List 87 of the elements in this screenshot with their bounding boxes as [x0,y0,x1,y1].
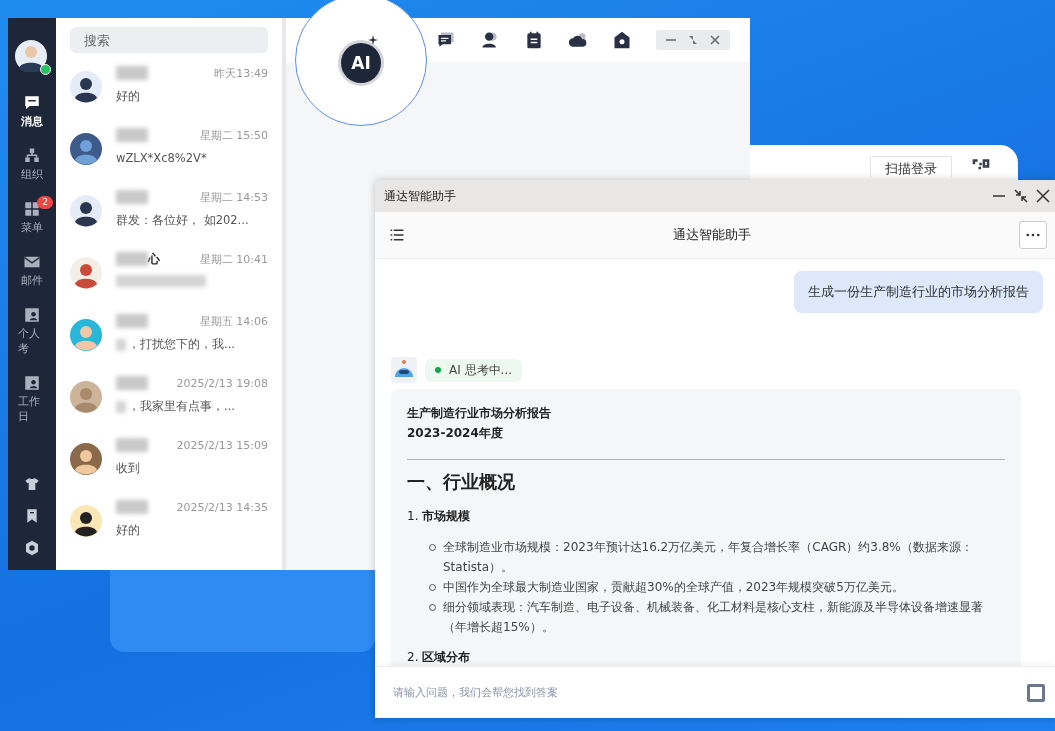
bullet-text: 全球制造业市场规模：2023年预计达16.2万亿美元，年复合增长率（CAGR）约3.8%（数据来源：Statista）。 [443,540,973,574]
person-card-icon [23,374,41,392]
chat-list-item[interactable]: 2025/2/13 14:35 好的 [56,493,282,555]
more-icon [1026,233,1040,237]
section-title: 2. 区域分布 [407,649,472,666]
shrink-icon[interactable] [1013,188,1029,204]
avatar [70,195,102,227]
avatar[interactable] [15,40,47,72]
blurred-name [116,190,148,204]
chat-list-item[interactable]: 星期二 14:53 群发：各位好， 如202... [56,183,282,245]
sidebar-item[interactable]: 消息 [11,90,53,131]
avatar [70,381,102,413]
avatar [70,443,102,475]
blurred-name [116,314,148,328]
person-card-icon [23,306,41,324]
chat-list-item[interactable]: 星期五 14:06 ，打扰您下的，我... [56,307,282,369]
header-title: 通达智能助手 [672,226,752,244]
chat-list-item[interactable]: 2025/2/13 19:08 ，我家里有点事，... [56,369,282,431]
chat-list-item[interactable]: 昨天13:49 好的 [56,59,282,121]
ai-logo: AI [341,43,381,83]
avatar [70,319,102,351]
message-time: 星期二 10:41 [199,251,268,267]
avatar [70,133,102,165]
message-preview: wZLX*Xc8%2V* [116,151,207,165]
chat-list-item[interactable]: 心 星期二 10:41 [56,245,282,307]
bullet-text: 细分领域表现：汽车制造、电子设备、机械装备、化工材料是核心支柱，新能源及半导体设备增速显著（年增长超15%）。 [443,600,983,634]
stop-button[interactable] [1027,683,1045,702]
sidebar-item[interactable]: 菜单 2 [11,196,53,237]
section-title: 1. 市场规模 [407,508,472,525]
user-message: 生成一份生产制造行业的市场分析报告 [794,271,1043,313]
chat-icon [23,94,41,112]
scan-login-button[interactable]: 扫描登录 [870,156,952,178]
notification-badge: 2 [37,196,53,209]
message-time: 星期五 14:06 [199,313,268,329]
search-field[interactable]: 搜索 [70,27,268,53]
window-title: 通达智能助手 [384,187,457,205]
robot-avatar-icon [391,357,417,383]
chat-list-item[interactable]: 星期二 15:50 wZLX*Xc8%2V* [56,121,282,183]
cloud-icon[interactable] [568,30,588,50]
sidebar-item[interactable]: 邮件 [11,249,53,290]
report-title: 2023-2024年度 [407,425,504,442]
organization-icon [23,147,41,165]
calendar-icon[interactable] [524,30,544,50]
message-time: 2025/2/13 19:08 [176,376,268,390]
message-preview: 好的 [116,523,140,538]
online-status-dot [40,64,51,75]
blurred-name [116,252,148,266]
blurred-name [116,438,148,452]
blurred-text [116,338,126,351]
message-time: 星期二 15:50 [199,127,268,143]
close-icon[interactable] [1035,188,1051,204]
message-time: 2025/2/13 14:35 [176,500,268,514]
close-icon[interactable] [708,33,722,47]
blurred-text [116,400,126,413]
report-heading: 一、行业概况 [407,470,516,494]
status-dot [435,367,441,373]
message-time: 2025/2/13 15:09 [176,438,268,452]
blurred-name [116,376,148,390]
contact-name: 心 [148,250,160,268]
chat-list-item[interactable]: 2025/2/13 15:09 收到 [56,431,282,493]
message-preview: 收到 [116,461,140,476]
blurred-name [116,66,148,80]
message-preview: ，打扰您下的，我... [128,337,235,352]
ai-assistant-button[interactable]: AI [295,0,427,126]
settings-icon[interactable] [24,538,40,558]
sidebar-item[interactable]: 组织 [11,143,53,184]
bookmark-icon[interactable] [24,506,40,526]
bullet-text: 中国作为全球最大制造业国家，贡献超30%的全球产值，2023年规模突破5万亿美元。 [443,580,904,594]
message-preview: 群发：各位好， 如202... [116,213,249,228]
chat-bubbles-icon[interactable] [436,30,456,50]
avatar [70,71,102,103]
avatar [70,257,102,289]
avatar [70,505,102,537]
message-time: 星期二 14:53 [199,189,268,205]
message-preview: 好的 [116,89,140,104]
message-preview: ，我家里有点事，... [128,399,235,414]
home-icon[interactable] [612,30,632,50]
message-time: 昨天13:49 [214,65,268,81]
blurred-name [116,128,148,142]
thinking-status: AI 思考中... [425,358,522,382]
blurred-name [116,500,148,514]
report-title: 生产制造行业市场分析报告 [407,405,552,422]
sidebar-item[interactable]: 个人考 [8,302,56,358]
grid-icon [23,200,41,218]
contacts-icon[interactable] [480,30,500,50]
sidebar-item[interactable]: 工作日 [8,370,56,426]
sparkle-icon [368,35,378,45]
